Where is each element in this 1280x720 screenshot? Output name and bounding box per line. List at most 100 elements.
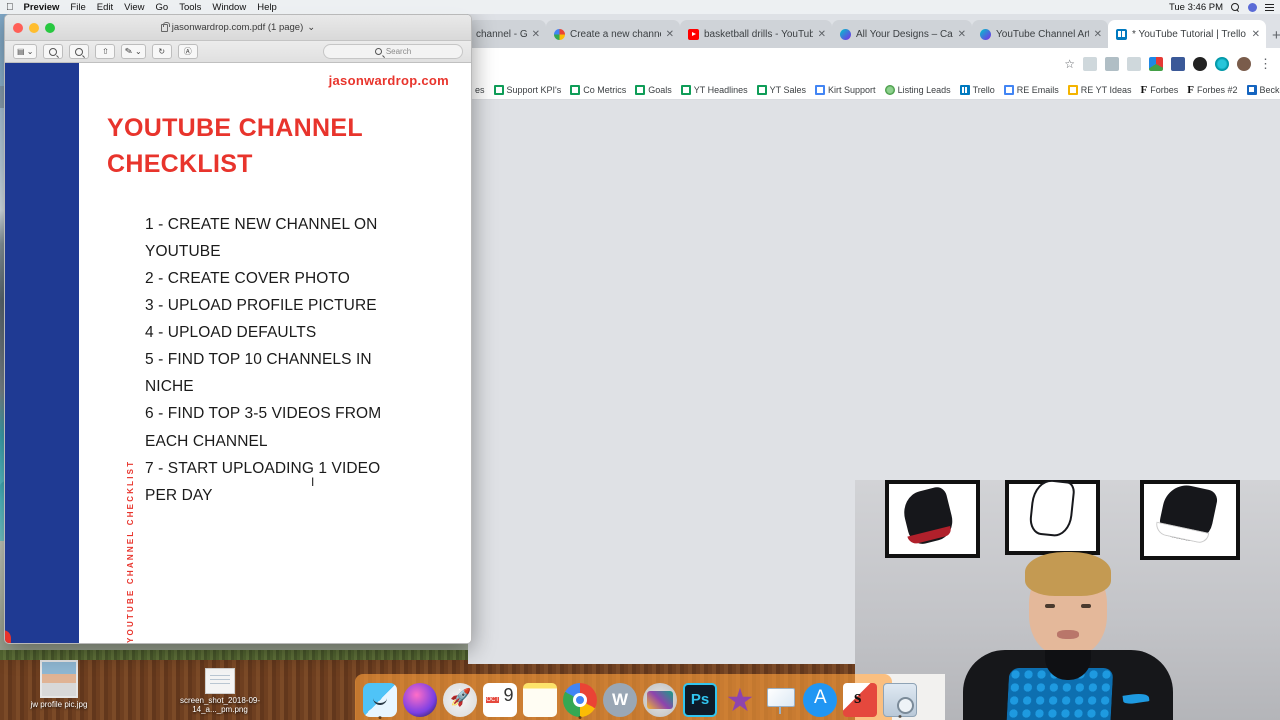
markup-button[interactable]: ✎ ⌄ — [121, 44, 146, 59]
browser-tab[interactable]: basketball drills - YouTube ✕ — [680, 20, 832, 48]
system-clock: Tue 3:46 PM — [1168, 1, 1223, 13]
person-hair — [1024, 552, 1111, 596]
siri-icon[interactable] — [403, 683, 437, 717]
facebook-extension-icon[interactable] — [1171, 57, 1185, 71]
search-input[interactable]: Search — [323, 44, 463, 59]
new-tab-button[interactable]: + — [1272, 27, 1280, 44]
checklist-line: YOUTUBE — [145, 242, 221, 260]
launchpad-icon[interactable] — [443, 683, 477, 717]
chrome-icon[interactable] — [563, 683, 597, 719]
profile-avatar[interactable] — [1237, 57, 1251, 71]
sidebar-toggle-button[interactable]: ▤ ⌄ — [13, 44, 38, 59]
menu-item-preview[interactable]: Preview — [24, 2, 60, 13]
tab-label: YouTube Channel Art – TestC — [996, 28, 1089, 40]
extension-icon[interactable] — [1193, 57, 1207, 71]
maximize-window-button[interactable] — [45, 22, 55, 33]
bookmark-item[interactable]: Goals — [632, 84, 675, 95]
tab-label: channel - Googl — [476, 28, 527, 40]
extension-icon[interactable] — [1149, 57, 1163, 71]
vimeo-icon[interactable]: W — [603, 683, 637, 717]
bookmark-item[interactable]: Becker — [1244, 84, 1280, 95]
menu-item-go[interactable]: Go — [156, 2, 169, 13]
browser-tab[interactable]: Create a new channel - YouTu ✕ — [546, 20, 680, 48]
close-window-button[interactable] — [13, 22, 23, 33]
browser-tab-active[interactable]: * YouTube Tutorial | Trello ✕ — [1108, 20, 1266, 48]
bookmark-label: RE Emails — [1016, 84, 1059, 95]
pdf-website-url: jasonwardrop.com — [328, 73, 449, 88]
title-chevron-icon[interactable]: ⌄ — [307, 22, 315, 33]
checklist-line: 2 - CREATE COVER PHOTO — [145, 269, 350, 287]
extension-icon[interactable] — [1105, 57, 1119, 71]
tab-close-icon[interactable]: ✕ — [958, 29, 966, 40]
tab-close-icon[interactable]: ✕ — [1252, 29, 1260, 40]
desktop-icon-label: screen_shot_2018-09-14_a..._pm.png — [179, 696, 261, 714]
extension-icon[interactable] — [1215, 57, 1229, 71]
bookmark-item[interactable]: RE YT Ideas — [1065, 84, 1135, 95]
imovie-star-icon[interactable]: ★ — [723, 683, 757, 717]
preview-title-bar[interactable]: jasonwardrop.com.pdf (1 page) ⌄ — [5, 15, 471, 41]
menu-item-view[interactable]: View — [124, 2, 144, 13]
spotlight-search-icon[interactable] — [1231, 2, 1240, 12]
app-store-icon[interactable] — [803, 683, 837, 717]
tab-close-icon[interactable]: ✕ — [818, 29, 826, 40]
menu-item-edit[interactable]: Edit — [97, 2, 113, 13]
chrome-menu-icon[interactable]: ⋮ — [1259, 57, 1272, 70]
bookmark-item[interactable]: es — [472, 85, 488, 95]
menu-item-file[interactable]: File — [70, 2, 85, 13]
finder-icon[interactable] — [363, 683, 397, 719]
extension-icon[interactable] — [1127, 57, 1141, 71]
bookmark-item[interactable]: YT Headlines — [678, 84, 751, 95]
bookmark-item[interactable]: Kirt Support — [812, 84, 879, 95]
bookmark-item[interactable]: F Forbes — [1138, 84, 1182, 96]
extension-icon[interactable] — [1083, 57, 1097, 71]
imovie-icon[interactable] — [643, 683, 677, 717]
bookmark-item[interactable]: Trello — [957, 84, 998, 95]
menu-item-help[interactable]: Help — [257, 2, 277, 13]
siri-icon[interactable] — [1248, 2, 1257, 12]
preview-icon[interactable] — [883, 683, 917, 718]
checklist-line: EACH CHANNEL — [145, 432, 268, 450]
rotate-button[interactable]: ↻ — [151, 44, 172, 59]
bookmark-item[interactable]: YT Sales — [754, 84, 809, 95]
bookmark-item[interactable]: RE Emails — [1001, 84, 1062, 95]
tab-close-icon[interactable]: ✕ — [666, 29, 674, 40]
minimize-window-button[interactable] — [29, 22, 39, 33]
bookmark-label: Goals — [648, 84, 672, 95]
youtube-icon — [688, 28, 699, 40]
shoe-shape — [1028, 480, 1076, 539]
evernote-icon[interactable] — [843, 683, 877, 717]
menu-item-tools[interactable]: Tools — [179, 2, 201, 13]
apple-menu-icon[interactable]:  — [6, 2, 14, 13]
desktop-icon-profile-pic[interactable]: jw profile pic.jpg — [14, 660, 104, 709]
bookmark-item[interactable]: Support KPI's — [491, 84, 565, 95]
browser-tab[interactable]: YouTube Channel Art – TestC ✕ — [972, 20, 1108, 48]
share-button[interactable]: ⇧ — [95, 44, 116, 59]
menu-item-window[interactable]: Window — [212, 2, 246, 13]
macos-menu-bar:  Preview File Edit View Go Tools Window… — [0, 0, 1280, 14]
browser-tab[interactable]: All Your Designs – Canva ✕ — [832, 20, 972, 48]
calendar-icon[interactable]: OCT 9 — [483, 683, 517, 717]
preview-toolbar: ▤ ⌄ ⇧ ✎ ⌄ ↻ Ⓐ Search — [5, 41, 471, 63]
tab-close-icon[interactable]: ✕ — [532, 29, 540, 40]
forbes-icon: F — [1187, 83, 1194, 96]
bookmark-item[interactable]: Co Metrics — [567, 84, 629, 95]
notes-icon[interactable] — [523, 683, 557, 717]
bookmark-star-icon[interactable]: ☆ — [1064, 57, 1075, 71]
bookmark-label: Support KPI's — [506, 84, 562, 95]
desktop-icon-screenshot[interactable]: screen_shot_2018-09-14_a..._pm.png — [175, 668, 265, 714]
pdf-heading: YOUTUBE CHANNEL CHECKLIST — [107, 110, 449, 183]
notification-center-icon[interactable] — [1265, 3, 1274, 12]
bookmark-label: RE YT Ideas — [1080, 84, 1132, 95]
photoshop-icon[interactable]: Ps — [683, 683, 717, 717]
annotate-button[interactable]: Ⓐ — [177, 44, 198, 59]
keynote-icon[interactable] — [763, 683, 797, 717]
browser-tab[interactable]: channel - Googl ✕ — [468, 20, 546, 48]
zoom-in-button[interactable] — [69, 44, 90, 59]
bookmark-item[interactable]: F Forbes #2 — [1184, 84, 1240, 96]
zoom-out-button[interactable] — [43, 44, 64, 59]
tab-close-icon[interactable]: ✕ — [1094, 29, 1102, 40]
pdf-blue-sidebar: jason. — [5, 63, 79, 643]
bookmark-item[interactable]: Listing Leads — [882, 84, 954, 95]
google-icon — [554, 28, 565, 40]
sheets-icon — [570, 84, 581, 95]
